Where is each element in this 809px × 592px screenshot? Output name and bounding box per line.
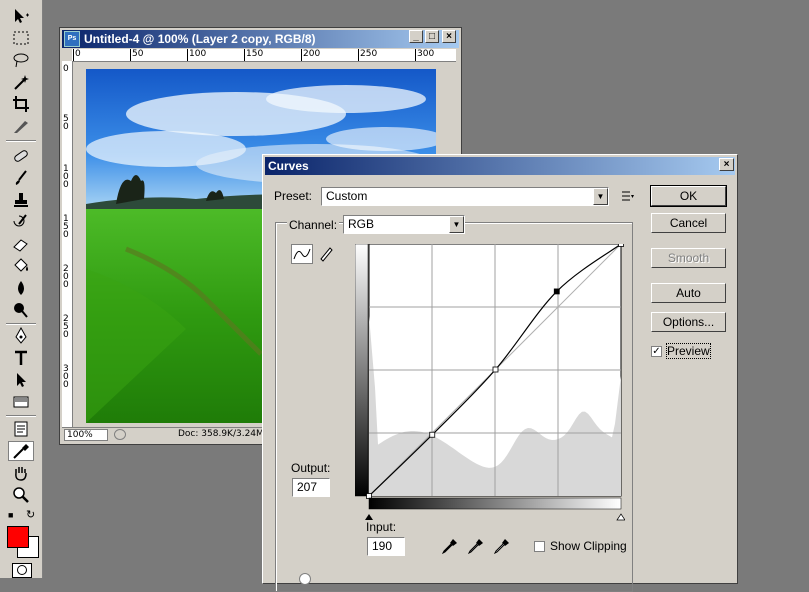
display-options-toggle[interactable] — [299, 573, 311, 585]
output-field[interactable]: 207 — [292, 478, 330, 497]
curves-dialog: Curves × Preset: Custom ▼ Channel: RGB ▼ — [262, 154, 738, 592]
gray-eyedropper-icon[interactable] — [465, 536, 487, 556]
magic-wand-icon[interactable] — [8, 72, 34, 92]
clone-stamp-icon[interactable] — [8, 190, 34, 210]
curve-point-tool-icon[interactable] — [291, 244, 313, 264]
preset-value: Custom — [326, 189, 368, 203]
document-info: Doc: 358.9K/3.24M — [178, 429, 264, 439]
input-field[interactable]: 190 — [367, 537, 405, 556]
eraser-tool-icon[interactable] — [8, 234, 34, 254]
pen-tool-icon[interactable] — [8, 326, 34, 346]
curve-point[interactable] — [553, 288, 560, 295]
path-selection-icon[interactable] — [8, 370, 34, 390]
ruler-label: 3 0 0 — [63, 364, 69, 390]
pencil-draw-icon[interactable] — [315, 244, 337, 264]
auto-button[interactable]: Auto — [651, 283, 726, 303]
preview-label: Preview — [666, 343, 711, 359]
ruler-label: 200 — [303, 49, 321, 59]
document-title: Untitled-4 @ 100% (Layer 2 copy, RGB/8) — [84, 32, 316, 46]
curve-point[interactable] — [429, 431, 436, 438]
channel-value: RGB — [348, 217, 375, 231]
ruler-label: 300 — [417, 49, 435, 59]
eyedropper-tool-icon[interactable] — [8, 441, 34, 461]
curves-title[interactable]: Curves — [265, 157, 735, 175]
vertical-ruler: 0 5 0 1 0 0 1 5 0 2 0 0 2 5 0 3 0 0 — [62, 61, 73, 429]
tools-divider — [6, 415, 36, 417]
horizontal-ruler: 0 50 100 150 200 250 300 — [72, 49, 456, 62]
preset-dropdown[interactable]: Custom ▼ — [321, 187, 609, 206]
ruler-label: 2 5 0 — [63, 314, 69, 340]
minimize-button[interactable]: _ — [409, 30, 423, 43]
chevron-down-icon: ▼ — [593, 188, 608, 205]
zoom-tool-icon[interactable] — [8, 485, 34, 505]
channel-label: Channel: — [287, 218, 340, 232]
show-clipping-label: Show Clipping — [550, 539, 627, 553]
curve-point[interactable] — [618, 244, 624, 247]
input-gradient-bar — [368, 497, 622, 510]
ok-button[interactable]: OK — [650, 185, 727, 207]
ruler-label: 5 0 — [63, 114, 69, 132]
ruler-label: 1 5 0 — [63, 214, 69, 240]
paint-bucket-icon[interactable] — [8, 256, 34, 276]
ruler-label: 2 0 0 — [63, 264, 69, 290]
hand-tool-icon[interactable] — [8, 463, 34, 483]
cancel-button[interactable]: Cancel — [651, 213, 726, 233]
ruler-label: 50 — [132, 49, 144, 59]
close-dialog-button[interactable]: × — [719, 158, 734, 171]
move-tool-icon[interactable] — [8, 6, 34, 26]
marquee-tool-icon[interactable] — [8, 28, 34, 48]
channel-dropdown[interactable]: RGB ▼ — [343, 215, 465, 234]
blur-tool-icon[interactable] — [8, 278, 34, 298]
status-menu-icon[interactable] — [114, 429, 126, 440]
white-eyedropper-icon[interactable] — [491, 536, 513, 556]
shape-tool-icon[interactable] — [8, 392, 34, 412]
foreground-color-swatch[interactable] — [7, 526, 29, 548]
output-gradient-bar — [355, 244, 369, 497]
show-clipping-checkbox[interactable] — [534, 541, 545, 552]
ruler-label: 1 0 0 — [63, 164, 69, 190]
tools-divider — [6, 323, 36, 325]
preset-options-icon[interactable] — [617, 186, 639, 206]
close-button[interactable]: × — [442, 30, 456, 43]
curve-point[interactable] — [492, 366, 499, 373]
default-colors-icon[interactable]: ■ — [8, 510, 16, 520]
smooth-button[interactable]: Smooth — [651, 248, 726, 268]
ruler-label: 150 — [246, 49, 264, 59]
ruler-label: 250 — [360, 49, 378, 59]
output-label: Output: — [291, 461, 331, 475]
brush-tool-icon[interactable] — [8, 168, 34, 188]
photoshop-icon: Ps — [64, 31, 80, 47]
zoom-field[interactable]: 100% — [64, 429, 108, 441]
preset-label: Preset: — [274, 189, 313, 203]
healing-brush-icon[interactable] — [8, 146, 34, 166]
maximize-button[interactable]: □ — [425, 30, 439, 43]
type-tool-icon[interactable] — [8, 348, 34, 368]
slice-tool-icon[interactable] — [8, 116, 34, 136]
lasso-tool-icon[interactable] — [8, 50, 34, 70]
ruler-label: 100 — [189, 49, 207, 59]
input-label: Input: — [366, 520, 397, 534]
ruler-label: 0 — [75, 49, 81, 59]
notes-tool-icon[interactable] — [8, 419, 34, 439]
quick-mask-icon[interactable] — [12, 563, 32, 578]
swap-colors-icon[interactable]: ↻ — [26, 508, 35, 521]
crop-tool-icon[interactable] — [8, 94, 34, 114]
ruler-label: 0 — [63, 64, 69, 74]
chevron-down-icon: ▼ — [449, 216, 464, 233]
tools-panel: ■ ↻ — [0, 0, 43, 578]
dodge-tool-icon[interactable] — [8, 300, 34, 320]
curves-graph[interactable] — [355, 244, 625, 526]
options-button[interactable]: Options... — [651, 312, 726, 332]
preview-checkbox[interactable]: ✓ — [651, 346, 662, 357]
white-point-slider[interactable] — [616, 513, 625, 521]
black-eyedropper-icon[interactable] — [439, 536, 461, 556]
document-title-bar[interactable]: Ps Untitled-4 @ 100% (Layer 2 copy, RGB/… — [62, 30, 459, 48]
tools-divider — [6, 140, 36, 142]
history-brush-icon[interactable] — [8, 212, 34, 232]
